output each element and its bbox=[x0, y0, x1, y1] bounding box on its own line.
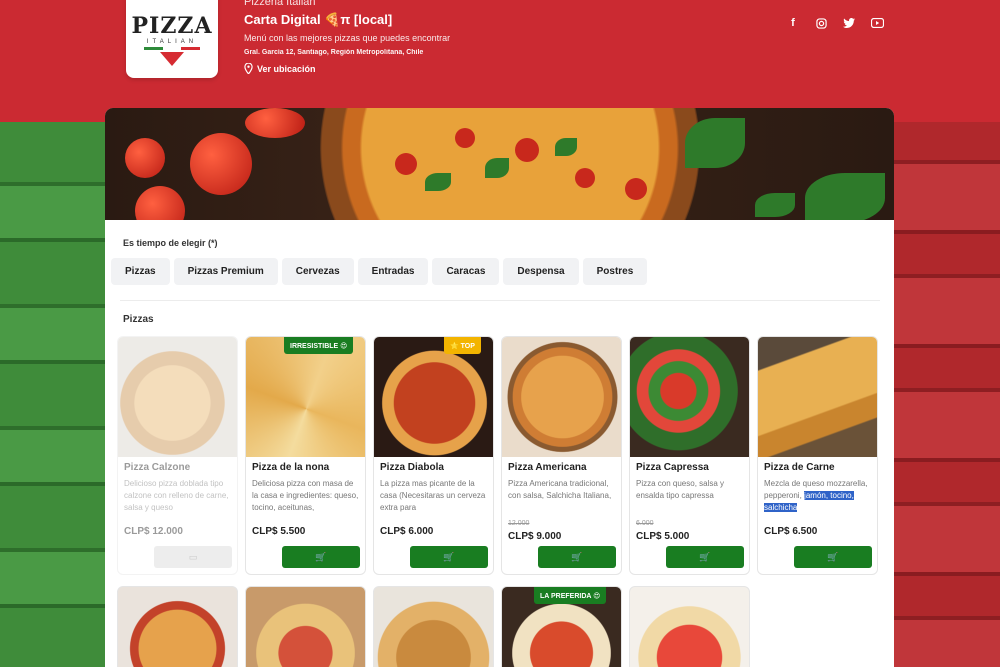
product-card[interactable]: Pizza Americana Pizza Americana tradicio… bbox=[501, 336, 622, 575]
flag-red-background bbox=[890, 120, 1000, 667]
product-image bbox=[758, 337, 877, 457]
header: PIZZA ITALIAN Pizzeria Italian Carta Dig… bbox=[0, 0, 1000, 122]
product-price: CLP$ 5.500 bbox=[252, 526, 306, 537]
product-badge: LA PREFERIDA 😍 bbox=[534, 587, 607, 604]
product-image bbox=[118, 337, 237, 457]
restaurant-name: Pizzeria Italian bbox=[244, 0, 316, 8]
add-to-cart-button[interactable]: 🛒 bbox=[794, 546, 872, 568]
product-name: Pizza Diabola bbox=[380, 462, 444, 473]
product-description: Pizza con queso, salsa y ensalda tipo ca… bbox=[636, 479, 725, 500]
hero-banner-image bbox=[105, 108, 894, 220]
product-card[interactable] bbox=[373, 586, 494, 667]
product-name: Pizza Americana bbox=[508, 462, 587, 473]
product-old-price: 12.000 bbox=[508, 520, 530, 527]
product-image bbox=[630, 337, 749, 457]
tab-entradas[interactable]: Entradas bbox=[357, 258, 429, 285]
product-card[interactable]: Pizza Calzone Delicioso pizza doblada ti… bbox=[117, 336, 238, 575]
restaurant-logo: PIZZA ITALIAN bbox=[126, 0, 218, 78]
product-name: Pizza de Carne bbox=[764, 462, 835, 473]
tab-caracas[interactable]: Caracas bbox=[432, 258, 500, 285]
flag-green-background bbox=[0, 120, 110, 667]
product-old-price: 6.000 bbox=[636, 520, 654, 527]
product-price: CLP$ 6.500 bbox=[764, 526, 818, 537]
add-to-cart-button[interactable]: 🛒 bbox=[538, 546, 616, 568]
tab-cervezas[interactable]: Cervezas bbox=[281, 258, 354, 285]
twitter-icon[interactable] bbox=[842, 16, 856, 30]
product-card[interactable]: Pizza de Carne Mezcla de queso mozzarell… bbox=[757, 336, 878, 575]
product-price: CLP$ 12.000 bbox=[124, 526, 183, 537]
unavailable-button: ▭ bbox=[154, 546, 232, 568]
location-link[interactable]: Ver ubicación bbox=[244, 63, 450, 74]
add-to-cart-button[interactable]: 🛒 bbox=[666, 546, 744, 568]
facebook-icon[interactable]: f bbox=[786, 16, 800, 30]
product-name: Pizza Capressa bbox=[636, 462, 709, 473]
menu-prompt: Es tiempo de elegir (*) bbox=[123, 238, 218, 248]
product-name: Pizza de la nona bbox=[252, 462, 330, 473]
category-tabs: Pizzas Pizzas Premium Cervezas Entradas … bbox=[111, 258, 648, 285]
social-links: f bbox=[786, 16, 884, 30]
product-card[interactable]: Pizza Capressa Pizza con queso, salsa y … bbox=[629, 336, 750, 575]
product-card[interactable]: IRRESISTIBLE 😍 Pizza de la nona Delicios… bbox=[245, 336, 366, 575]
restaurant-description: Menú con las mejores pizzas que puedes e… bbox=[244, 33, 451, 43]
product-description: Mezcla de queso mozzarella, pepperoni, j… bbox=[764, 478, 873, 516]
tab-pizzas[interactable]: Pizzas bbox=[111, 258, 170, 285]
product-image bbox=[246, 337, 365, 457]
product-price: CLP$ 5.000 bbox=[636, 531, 690, 542]
product-image bbox=[502, 337, 621, 457]
section-title: Pizzas bbox=[123, 314, 154, 325]
product-card[interactable] bbox=[629, 586, 750, 667]
restaurant-info: Pizzeria Italian Carta Digital 🍕π [local… bbox=[244, 0, 450, 74]
product-name: Pizza Calzone bbox=[124, 462, 191, 473]
location-pin-icon bbox=[244, 63, 253, 74]
restaurant-address: Gral. García 12, Santiago, Región Metrop… bbox=[244, 49, 424, 56]
logo-text: PIZZA bbox=[131, 12, 213, 39]
add-to-cart-button[interactable]: 🛒 bbox=[282, 546, 360, 568]
product-description: La pizza mas picante de la casa (Necesit… bbox=[380, 479, 486, 512]
tab-postres[interactable]: Postres bbox=[582, 258, 648, 285]
product-description: Pizza Americana tradicional, con salsa, … bbox=[508, 479, 612, 500]
location-link-label: Ver ubicación bbox=[257, 63, 316, 74]
youtube-icon[interactable] bbox=[870, 16, 884, 30]
divider bbox=[120, 300, 880, 301]
product-description: Delicioso pizza doblada tipo calzone con… bbox=[124, 479, 229, 512]
product-card[interactable]: LA PREFERIDA 😍 bbox=[501, 586, 622, 667]
instagram-icon[interactable] bbox=[814, 16, 828, 30]
product-card[interactable] bbox=[245, 586, 366, 667]
menu-card: Es tiempo de elegir (*) Pizzas Pizzas Pr… bbox=[105, 108, 894, 667]
tab-despensa[interactable]: Despensa bbox=[503, 258, 579, 285]
pizza-slice-icon bbox=[160, 51, 184, 66]
product-description: Deliciosa pizza con masa de la casa e in… bbox=[252, 479, 359, 512]
logo-flag bbox=[144, 46, 201, 50]
add-to-cart-button[interactable]: 🛒 bbox=[410, 546, 488, 568]
product-card[interactable]: ⭐ TOP Pizza Diabola La pizza mas picante… bbox=[373, 336, 494, 575]
page-title: Carta Digital 🍕π [local] bbox=[244, 12, 393, 27]
product-price: CLP$ 6.000 bbox=[380, 526, 434, 537]
product-badge: IRRESISTIBLE 😍 bbox=[284, 337, 354, 354]
logo-subtext: ITALIAN bbox=[146, 38, 198, 45]
product-image bbox=[374, 337, 493, 457]
product-price: CLP$ 9.000 bbox=[508, 531, 562, 542]
product-card[interactable] bbox=[117, 586, 238, 667]
product-badge: ⭐ TOP bbox=[444, 337, 481, 354]
tab-pizzas-premium[interactable]: Pizzas Premium bbox=[173, 258, 278, 285]
